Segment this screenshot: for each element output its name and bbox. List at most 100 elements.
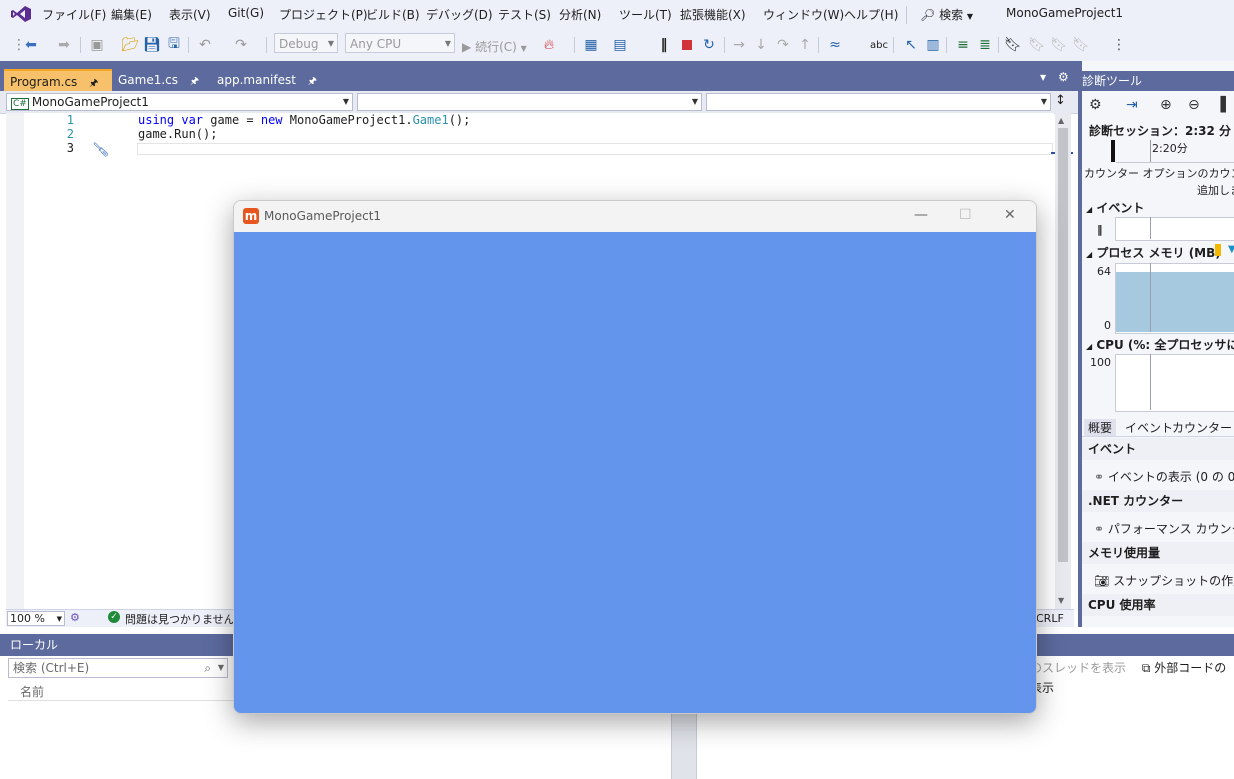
pin-icon[interactable]: 🖈︎ bbox=[190, 76, 199, 87]
column-name-header[interactable]: 名前 bbox=[20, 683, 44, 700]
split-editor-icon[interactable]: ↕ bbox=[1055, 93, 1066, 108]
tab-list-dropdown-icon[interactable]: ▼ bbox=[1040, 73, 1046, 82]
platform-select[interactable]: Any CPU ▼ bbox=[345, 33, 455, 53]
indent-icon[interactable]: ≣ bbox=[976, 36, 994, 54]
stop-icon[interactable] bbox=[678, 36, 696, 54]
pin-icon[interactable]: 🖈︎ bbox=[89, 78, 98, 89]
monogame-window[interactable]: m MonoGameProject1 — ☐ ✕ bbox=[233, 200, 1037, 714]
tab-summary[interactable]: 概要 bbox=[1084, 419, 1117, 436]
cpu-graph-header[interactable]: ◢ CPU (%: 全プロセッサに占め bbox=[1086, 336, 1234, 353]
menu-bar: ファイル(F) 編集(E) 表示(V) Git(G) プロジェクト(P) ビルド… bbox=[0, 0, 1234, 29]
restart-icon[interactable]: ↻ bbox=[700, 36, 718, 54]
clear-bookmarks-icon[interactable]: 🔖︎ bbox=[1072, 36, 1090, 54]
memory-graph-header[interactable]: ◢ プロセス メモリ (MB) bbox=[1086, 244, 1221, 261]
menu-edit[interactable]: 編集(E) bbox=[111, 6, 152, 23]
type-nav-select[interactable]: ▼ bbox=[357, 93, 702, 111]
step-over-icon[interactable]: ↷ bbox=[774, 36, 792, 54]
monogame-window-titlebar[interactable]: m MonoGameProject1 — ☐ ✕ bbox=[234, 201, 1036, 232]
events-graph-header[interactable]: ◢ イベント bbox=[1086, 199, 1144, 216]
spell-check-icon[interactable]: abc bbox=[870, 36, 888, 54]
show-next-statement-icon[interactable]: → bbox=[730, 36, 748, 54]
show-threads-toggle[interactable]: のスレッドを表示 bbox=[1030, 661, 1126, 675]
chevron-down-icon[interactable]: ▼ bbox=[218, 659, 224, 677]
locals-search-input[interactable]: 検索 (Ctrl+E) ⌕ ▼ bbox=[8, 658, 228, 678]
code-line[interactable]: using var game = new MonoGameProject1.Ga… bbox=[138, 113, 470, 127]
back-icon[interactable]: ⬅︎ bbox=[22, 36, 40, 54]
line-ending-indicator[interactable]: CRLF bbox=[1036, 612, 1064, 625]
redo-icon[interactable]: ↷ bbox=[232, 36, 250, 54]
continue-button[interactable]: ▶ 続行(C) ▼ bbox=[462, 38, 527, 55]
gear-icon[interactable]: ⚙︎ bbox=[1089, 97, 1102, 113]
member-nav-select[interactable]: ▼ bbox=[706, 93, 1051, 111]
bar-chart-icon[interactable]: ▐ bbox=[1215, 97, 1226, 113]
menu-analyze[interactable]: 分析(N) bbox=[559, 6, 601, 23]
menu-git[interactable]: Git(G) bbox=[228, 6, 264, 20]
gear-icon[interactable]: ⚙︎ bbox=[1058, 70, 1069, 84]
window-layout-icon[interactable]: ▤ bbox=[611, 36, 629, 54]
menu-debug[interactable]: デバッグ(D) bbox=[426, 6, 493, 23]
toolbar-overflow-icon[interactable]: ⋮ bbox=[1110, 36, 1128, 54]
select-element-icon[interactable]: ↖ bbox=[902, 36, 920, 54]
tab-counters[interactable]: カウンター bbox=[1172, 419, 1232, 436]
panel-splitter[interactable] bbox=[671, 710, 697, 779]
step-into-icon[interactable]: ↓ bbox=[752, 36, 770, 54]
export-icon[interactable]: ⇥ bbox=[1126, 97, 1138, 113]
code-line[interactable]: game.Run(); bbox=[138, 127, 217, 141]
toolbar-separator bbox=[946, 37, 947, 53]
pin-icon[interactable]: 🖈︎ bbox=[308, 76, 317, 87]
tab-app-manifest[interactable]: app.manifest 🖈︎ bbox=[211, 69, 327, 91]
forward-icon[interactable]: ➡︎ bbox=[55, 36, 73, 54]
close-icon[interactable]: ✕ bbox=[1004, 207, 1016, 223]
menu-window[interactable]: ウィンドウ(W) bbox=[763, 6, 844, 23]
menu-tools[interactable]: ツール(T) bbox=[619, 6, 672, 23]
next-bookmark-icon[interactable]: 🔖︎ bbox=[1050, 36, 1068, 54]
scrollbar-thumb[interactable] bbox=[1058, 128, 1068, 562]
menu-extensions[interactable]: 拡張機能(X) bbox=[680, 6, 746, 23]
visual-studio-logo-icon bbox=[11, 6, 31, 22]
pause-icon[interactable]: ‖ bbox=[1097, 223, 1103, 236]
menu-test[interactable]: テスト(S) bbox=[498, 6, 551, 23]
save-icon[interactable]: 💾︎ bbox=[143, 36, 161, 54]
zoom-select[interactable]: 100 % ▼ bbox=[7, 611, 65, 626]
intellicode-icon[interactable]: ⚙︎ bbox=[70, 611, 80, 624]
browser-link-icon[interactable]: ▦ bbox=[582, 36, 600, 54]
configuration-select[interactable]: Debug ▼ bbox=[274, 33, 338, 53]
undo-icon[interactable]: ↶ bbox=[196, 36, 214, 54]
diagnostic-icon[interactable]: ≈ bbox=[826, 36, 844, 54]
menu-help[interactable]: ヘルプ(H) bbox=[844, 6, 898, 23]
live-tree-icon[interactable]: ▥ bbox=[924, 36, 942, 54]
step-out-icon[interactable]: ↑ bbox=[796, 36, 814, 54]
take-snapshot-button[interactable]: 📷︎ スナップショットの作成 bbox=[1094, 572, 1234, 589]
game-canvas[interactable] bbox=[234, 232, 1036, 713]
outdent-icon[interactable]: ≡ bbox=[954, 36, 972, 54]
menu-view[interactable]: 表示(V) bbox=[169, 6, 211, 23]
tab-events[interactable]: イベント bbox=[1125, 419, 1173, 436]
hot-reload-icon[interactable]: 🔥︎ bbox=[540, 36, 558, 54]
open-folder-icon[interactable]: 📂︎ bbox=[121, 36, 139, 54]
new-project-icon[interactable]: ▣ bbox=[88, 36, 106, 54]
menu-build[interactable]: ビルド(B) bbox=[366, 6, 420, 23]
quick-actions-screwdriver-icon[interactable]: 🪛︎ bbox=[92, 142, 110, 158]
view-events-link[interactable]: ⚭ イベントの表示 (0 の 0) bbox=[1094, 468, 1234, 485]
tab-program-cs[interactable]: Program.cs 🖈︎ ✕ bbox=[4, 69, 112, 113]
tab-game1-cs[interactable]: Game1.cs 🖈︎ bbox=[112, 69, 208, 91]
maximize-icon[interactable]: ☐ bbox=[959, 207, 972, 223]
timeline-cursor[interactable] bbox=[1111, 140, 1115, 162]
zoom-out-icon[interactable]: ⊖ bbox=[1188, 97, 1200, 113]
scroll-up-icon[interactable]: ▲ bbox=[1058, 116, 1064, 125]
scroll-down-icon[interactable]: ▼ bbox=[1058, 596, 1064, 605]
pause-icon[interactable]: ‖ bbox=[655, 36, 673, 54]
editor-glyph-margin[interactable] bbox=[6, 113, 24, 609]
zoom-in-icon[interactable]: ⊕ bbox=[1160, 97, 1172, 113]
chevron-down-icon: ▼ bbox=[444, 39, 451, 48]
save-all-icon[interactable]: 🖫︎ bbox=[165, 36, 183, 54]
project-nav-select[interactable]: C# MonoGameProject1 ▼ bbox=[6, 93, 353, 111]
minimize-icon[interactable]: — bbox=[914, 207, 928, 223]
perf-counters-link[interactable]: ⚭ パフォーマンス カウンターの bbox=[1094, 520, 1234, 537]
prev-bookmark-icon[interactable]: 🔖︎ bbox=[1028, 36, 1046, 54]
bookmark-icon[interactable]: 🔖︎ bbox=[1004, 36, 1022, 54]
search-button[interactable]: 🔎︎ 検索 ▼ bbox=[920, 6, 973, 23]
menu-file[interactable]: ファイル(F) bbox=[42, 6, 106, 23]
search-label: 検索 bbox=[939, 8, 964, 22]
menu-project[interactable]: プロジェクト(P) bbox=[279, 6, 368, 23]
